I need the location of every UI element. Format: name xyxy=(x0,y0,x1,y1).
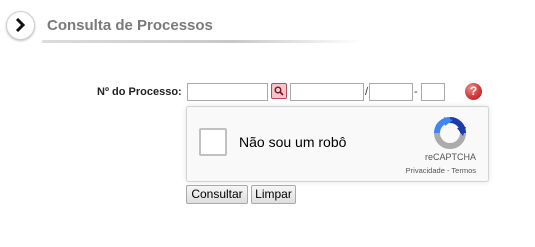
recaptcha-brand: reCAPTCHA xyxy=(424,152,476,162)
consultar-button[interactable]: Consultar xyxy=(186,185,248,204)
process-number-field-1[interactable] xyxy=(187,83,268,101)
title-bar: Consulta de Processos xyxy=(30,14,362,43)
process-number-field-2[interactable] xyxy=(290,83,364,101)
recaptcha-checkbox[interactable] xyxy=(199,128,227,156)
search-icon xyxy=(274,86,284,96)
recaptcha-widget: Não sou um robô reCAPTCHA Privacidade - … xyxy=(186,106,489,182)
process-number-label: Nº do Processo: xyxy=(97,86,182,98)
page-title: Consulta de Processos xyxy=(47,17,213,34)
page-header: Consulta de Processos xyxy=(0,0,535,60)
privacy-link[interactable]: Privacidade xyxy=(406,166,445,175)
recaptcha-links: Privacidade - Termos xyxy=(406,166,476,175)
recaptcha-label: Não sou um robô xyxy=(239,134,347,150)
slash-separator: / xyxy=(365,86,369,98)
process-number-field-3[interactable] xyxy=(369,83,413,101)
title-underline xyxy=(42,40,362,43)
recaptcha-logo-icon xyxy=(434,117,466,149)
dash-separator: - xyxy=(414,86,418,98)
limpar-button[interactable]: Limpar xyxy=(251,185,296,204)
process-number-field-4[interactable] xyxy=(421,83,445,101)
search-button[interactable] xyxy=(271,83,287,99)
help-icon[interactable]: ? xyxy=(465,83,482,100)
terms-link[interactable]: Termos xyxy=(451,166,476,175)
